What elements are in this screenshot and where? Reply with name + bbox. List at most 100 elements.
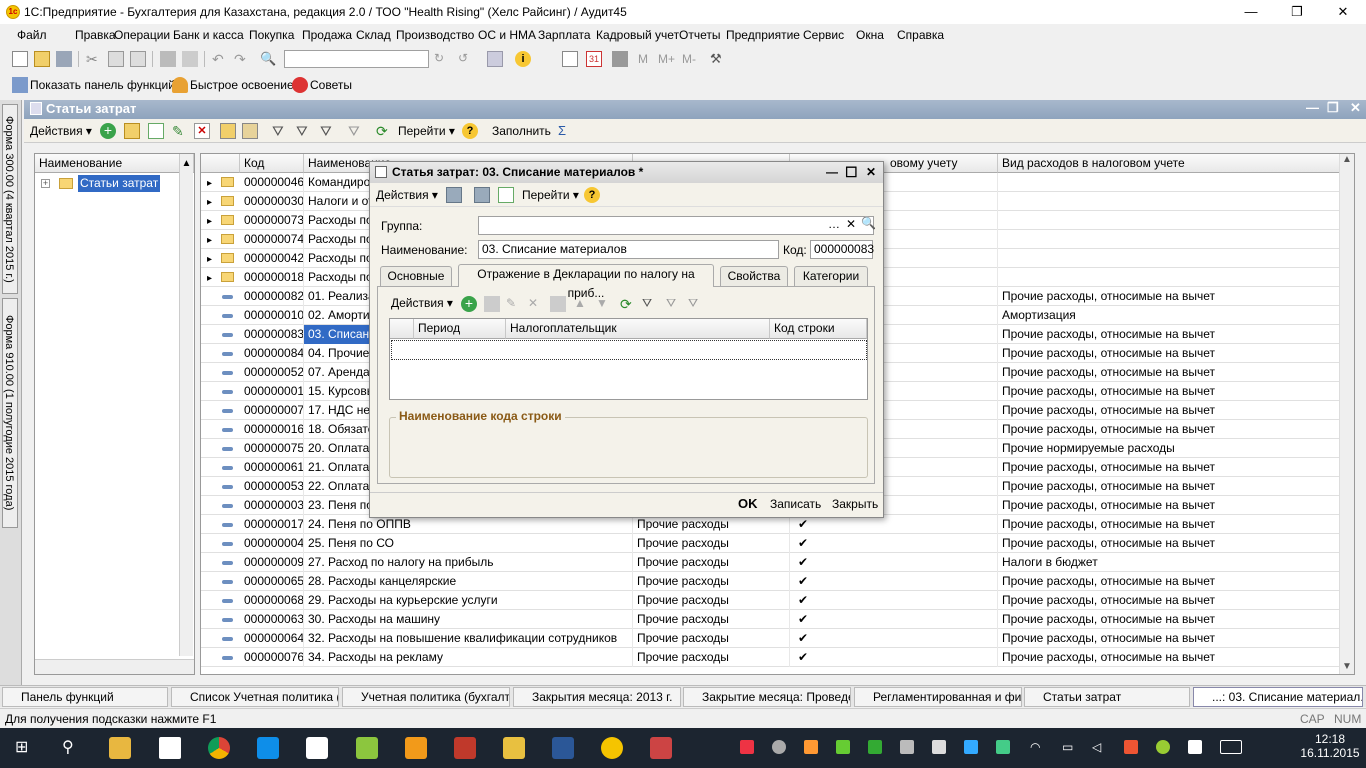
task-policy-list[interactable]: Список Учетная политика (...	[171, 687, 339, 707]
start-icon[interactable]: ⊞	[15, 740, 31, 756]
text-icon[interactable]	[612, 51, 628, 67]
keyboard-icon[interactable]	[1220, 740, 1242, 754]
dialog-help-icon[interactable]: ?	[584, 187, 600, 203]
dialog-close-button[interactable]: ✕	[866, 162, 876, 183]
contacts-icon[interactable]	[356, 737, 378, 759]
word-icon[interactable]	[552, 737, 574, 759]
group-search-icon[interactable]: 🔍	[861, 216, 876, 230]
menu-salary[interactable]: Зарплата	[538, 28, 591, 42]
save-button[interactable]: Записать	[770, 497, 821, 511]
refresh-icon[interactable]: ⟳	[376, 123, 392, 139]
inner-delete-icon[interactable]: ✕	[528, 296, 544, 312]
task-month-closings[interactable]: Закрытия месяца: 2013 г.	[513, 687, 681, 707]
group-field[interactable]	[478, 216, 874, 235]
explorer-icon[interactable]	[109, 737, 131, 759]
menu-windows[interactable]: Окна	[856, 28, 884, 42]
menu-purchase[interactable]: Покупка	[249, 28, 294, 42]
wifi-icon[interactable]: ◠	[1030, 740, 1044, 754]
scroll-up-icon[interactable]: ▲	[1340, 154, 1354, 165]
tools-icon[interactable]: ⚒	[710, 51, 726, 67]
fill-button[interactable]: Заполнить	[492, 124, 551, 138]
grid-vscrollbar[interactable]: ▲ ▼	[1339, 154, 1354, 674]
filter-value-icon[interactable]: ⛛	[296, 123, 312, 139]
tab-declaration[interactable]: Отражение в Декларации по налогу на приб…	[458, 264, 714, 300]
close-dialog-button[interactable]: Закрыть	[832, 497, 878, 511]
inner-actions-menu[interactable]: Действия ▾	[391, 296, 453, 310]
task-cost-item-dialog[interactable]: ...: 03. Списание материал...	[1193, 687, 1363, 707]
find-prev-icon[interactable]: ↺	[458, 51, 474, 67]
tray-app1-icon[interactable]	[740, 740, 754, 754]
table-row[interactable]: 000000009 27. Расход по налогу на прибыль…	[201, 553, 1341, 572]
name-field[interactable]: 03. Списание материалов	[478, 240, 779, 259]
tray-usb-icon[interactable]	[932, 740, 946, 754]
find-next-icon[interactable]: ↻	[434, 51, 450, 67]
menu-operations[interactable]: Операции	[114, 28, 170, 42]
doc-minimize-button[interactable]: —	[1306, 100, 1319, 115]
decl-col-period[interactable]: Период	[414, 319, 506, 339]
decl-col-line-code[interactable]: Код строки	[770, 319, 867, 339]
inner-end-edit-icon[interactable]	[550, 296, 566, 312]
tree-vscrollbar[interactable]	[179, 173, 193, 656]
expand-row-icon[interactable]: ▸	[207, 194, 212, 212]
menu-enterprise[interactable]: Предприятие	[726, 28, 800, 42]
app-window-icon[interactable]	[650, 737, 672, 759]
maximize-button[interactable]: ❐	[1274, 0, 1320, 24]
show-functions-button[interactable]: Показать панель функций	[30, 78, 175, 92]
quick-learn-button[interactable]: Быстрое освоение	[190, 78, 294, 92]
add-icon[interactable]: +	[100, 123, 116, 139]
calculator-icon[interactable]	[562, 51, 578, 67]
tab-categories[interactable]: Категории	[794, 266, 868, 286]
tips-button[interactable]: Советы	[310, 78, 352, 92]
paste-icon[interactable]	[130, 51, 146, 67]
tree-hscrollbar[interactable]	[35, 659, 194, 674]
task-cost-items[interactable]: Статьи затрат	[1024, 687, 1190, 707]
volume-icon[interactable]: ◁	[1092, 740, 1106, 754]
inner-edit-icon[interactable]: ✎	[506, 296, 522, 312]
expand-row-icon[interactable]: ▸	[207, 251, 212, 269]
group-select-icon[interactable]: …	[828, 217, 840, 231]
edit-icon[interactable]: ✎	[172, 123, 188, 139]
media-icon[interactable]	[405, 737, 427, 759]
delete-icon[interactable]: ✕	[194, 123, 210, 139]
mail-icon[interactable]	[503, 737, 525, 759]
menu-production[interactable]: Производство	[396, 28, 474, 42]
app-red-icon[interactable]	[454, 737, 476, 759]
save-icon[interactable]	[56, 51, 72, 67]
task-month-closing[interactable]: Закрытие месяца: Проведен	[683, 687, 851, 707]
inner-filter-icon[interactable]: ⛛	[642, 296, 658, 312]
battery-icon[interactable]: ▭	[1062, 740, 1076, 754]
menu-bank[interactable]: Банк и касса	[173, 28, 244, 42]
tree-header[interactable]: Наименование	[35, 154, 194, 173]
menu-hr[interactable]: Кадровый учет	[596, 28, 679, 42]
1c-icon[interactable]	[601, 737, 623, 759]
group-clear-icon[interactable]: ✕	[846, 217, 856, 231]
hierarchy-icon[interactable]	[220, 123, 236, 139]
close-button[interactable]: ✕	[1320, 0, 1366, 24]
new-document-icon[interactable]	[12, 51, 28, 67]
print-icon[interactable]	[160, 51, 176, 67]
tray-app2-icon[interactable]	[804, 740, 818, 754]
inner-refresh-icon[interactable]: ⟳	[620, 296, 636, 312]
doc-close-button[interactable]: ✕	[1350, 100, 1361, 116]
tray-cloud-icon[interactable]	[772, 740, 786, 754]
tree-scroll-up-icon[interactable]: ▲	[179, 154, 193, 173]
undo-icon[interactable]: ↶	[212, 51, 228, 67]
filter-icon[interactable]: ⛛	[272, 123, 288, 139]
ok-button[interactable]: OK	[738, 496, 758, 511]
copy-item-icon[interactable]	[148, 123, 164, 139]
level-up-icon[interactable]	[242, 123, 258, 139]
memory-minus-icon[interactable]: M-	[682, 52, 696, 66]
menu-edit[interactable]: Правка	[75, 28, 116, 42]
help-icon[interactable]: ?	[462, 123, 478, 139]
search-input[interactable]	[284, 50, 429, 68]
search-icon[interactable]: 🔍	[260, 51, 276, 67]
save-icon[interactable]	[474, 187, 490, 203]
table-row[interactable]: 000000064 32. Расходы на повышение квалиф…	[201, 629, 1341, 648]
doc-restore-button[interactable]: ❐	[1327, 100, 1339, 116]
filter-list-icon[interactable]: ⛛	[320, 123, 336, 139]
preview-icon[interactable]	[182, 51, 198, 67]
decl-col-taxpayer[interactable]: Налогоплательщик	[506, 319, 770, 339]
decl-empty-row[interactable]	[391, 340, 867, 360]
dialog-minimize-button[interactable]: —	[826, 162, 838, 183]
goto-menu[interactable]: Перейти ▾	[398, 124, 455, 138]
